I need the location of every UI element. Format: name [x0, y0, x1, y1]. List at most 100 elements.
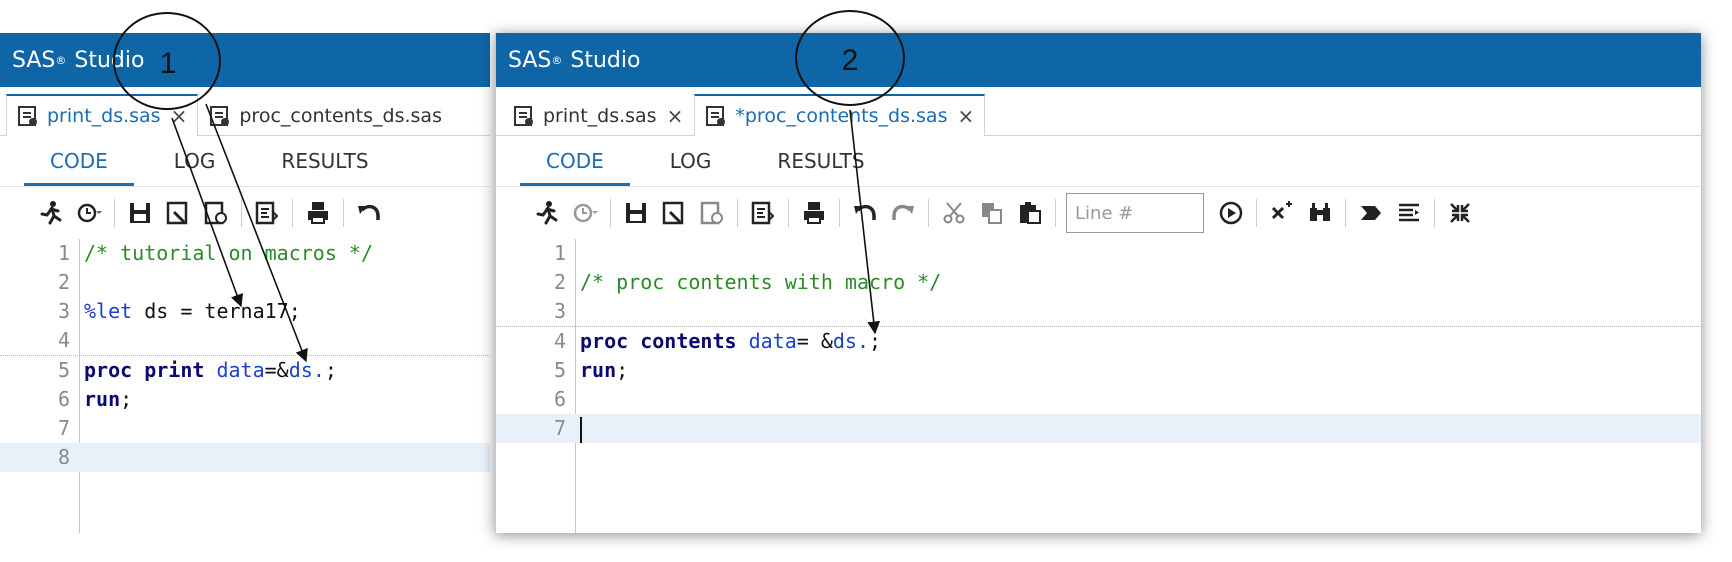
code-token: = & [796, 329, 833, 353]
code-line[interactable]: 3 [496, 297, 1701, 327]
code-line[interactable]: 2 /* proc contents with macro */ [496, 268, 1701, 297]
history-button[interactable] [566, 195, 604, 231]
run-icon [40, 201, 62, 225]
undo-button[interactable] [350, 195, 388, 231]
code-editor[interactable]: 1 2 /* proc contents with macro */ 3 4 proc c… [496, 239, 1701, 533]
close-icon[interactable]: × [957, 104, 974, 128]
code-line[interactable]: 5 proc print data=&ds.; [0, 356, 490, 385]
code-token: /* tutorial on macros */ [84, 241, 373, 265]
file-tab-proc-contents[interactable]: proc_contents_ds.sas [198, 95, 463, 135]
redo-button[interactable] [884, 195, 922, 231]
code-line[interactable]: 1 [496, 239, 1701, 268]
format-code-button[interactable] [744, 195, 782, 231]
print-button[interactable] [795, 195, 833, 231]
new-program-icon [204, 201, 227, 225]
clear-button[interactable] [1263, 195, 1301, 231]
line-number: 5 [57, 358, 70, 382]
code-line[interactable]: 7 [0, 414, 490, 443]
text-cursor [580, 416, 582, 443]
save-as-button[interactable] [159, 195, 197, 231]
tab-code[interactable]: CODE [24, 149, 134, 186]
cut-button[interactable] [935, 195, 973, 231]
outline-button[interactable] [1390, 195, 1428, 231]
code-line[interactable]: 4 [0, 326, 490, 356]
toolbar-divider [1256, 199, 1257, 227]
line-number: 1 [553, 241, 566, 265]
code-line[interactable]: 4 proc contents data= &ds.; [496, 327, 1701, 356]
code-text: /* tutorial on macros */ [79, 239, 373, 268]
code-token: data [216, 358, 265, 382]
code-line[interactable]: 1 /* tutorial on macros */ [0, 239, 490, 268]
code-line[interactable]: 5 run; [496, 356, 1701, 385]
toolbar-divider [788, 199, 789, 227]
view-tabs: CODE LOG RESULTS [496, 136, 1701, 186]
format-code-button[interactable] [248, 195, 286, 231]
clear-icon [1271, 201, 1292, 220]
code-line[interactable]: 6 run; [0, 385, 490, 414]
tab-results[interactable]: RESULTS [255, 149, 394, 186]
close-icon[interactable]: × [171, 104, 188, 128]
code-token: proc print [84, 358, 205, 382]
file-tab-bar: print_ds.sas × proc_contents_ds.sas [0, 87, 490, 136]
app-title-suffix: Studio [570, 47, 641, 73]
code-token: =& [264, 358, 289, 382]
app-title-suffix: Studio [74, 47, 145, 73]
registered-mark: ® [55, 53, 67, 67]
submit-icon [1361, 206, 1381, 220]
find-replace-button[interactable] [1301, 195, 1339, 231]
code-token: data [748, 329, 797, 353]
code-text: %let ds = terna17; [79, 297, 301, 326]
file-tab-print-ds[interactable]: print_ds.sas × [502, 95, 694, 135]
close-icon[interactable]: × [667, 104, 684, 128]
new-program-button[interactable] [197, 195, 235, 231]
collapse-icon [1450, 203, 1470, 223]
code-line[interactable]: 3 %let ds = terna17; [0, 297, 490, 326]
code-editor[interactable]: 1 /* tutorial on macros */ 2 3 %let ds = ter… [0, 239, 490, 533]
file-tab-label: *proc_contents_ds.sas [735, 105, 948, 127]
file-tab-proc-contents[interactable]: *proc_contents_ds.sas × [694, 94, 986, 136]
code-lines: 1 /* tutorial on macros */ 2 3 %let ds = ter… [0, 239, 490, 472]
submit-button[interactable] [1352, 195, 1390, 231]
code-line[interactable]: 6 [496, 385, 1701, 414]
new-program-icon [700, 201, 723, 225]
history-icon [573, 203, 598, 223]
tab-log[interactable]: LOG [148, 149, 242, 186]
run-button[interactable] [32, 195, 70, 231]
code-line[interactable]: 7 [496, 414, 1701, 443]
tab-code[interactable]: CODE [520, 149, 630, 186]
undo-button[interactable] [846, 195, 884, 231]
tab-results[interactable]: RESULTS [751, 149, 890, 186]
file-tab-print-ds[interactable]: print_ds.sas × [6, 94, 199, 136]
collapse-button[interactable] [1441, 195, 1479, 231]
save-button[interactable] [121, 195, 159, 231]
toolbar-divider [343, 199, 344, 227]
format-code-icon [255, 201, 279, 225]
new-program-button[interactable] [693, 195, 731, 231]
sas-program-icon [17, 105, 39, 127]
go-to-line-button[interactable] [1212, 195, 1250, 231]
code-line[interactable]: 2 [0, 268, 490, 297]
save-icon [626, 203, 646, 223]
code-text [575, 414, 582, 443]
app-title: SAS [508, 47, 552, 73]
print-button[interactable] [299, 195, 337, 231]
code-line[interactable]: 8 [0, 443, 490, 472]
line-number: 5 [553, 358, 566, 382]
run-button[interactable] [528, 195, 566, 231]
code-text: proc contents data= &ds.; [575, 327, 881, 356]
line-number: 4 [553, 329, 566, 353]
paste-button[interactable] [1011, 195, 1049, 231]
tab-log[interactable]: LOG [644, 149, 738, 186]
history-button[interactable] [70, 195, 108, 231]
line-number: 6 [57, 387, 70, 411]
code-text: run; [79, 385, 132, 414]
save-as-button[interactable] [655, 195, 693, 231]
save-button[interactable] [617, 195, 655, 231]
file-tab-label: print_ds.sas [543, 104, 657, 127]
copy-button[interactable] [973, 195, 1011, 231]
clipboard-icon [1020, 202, 1041, 224]
line-number-input[interactable] [1066, 193, 1204, 233]
